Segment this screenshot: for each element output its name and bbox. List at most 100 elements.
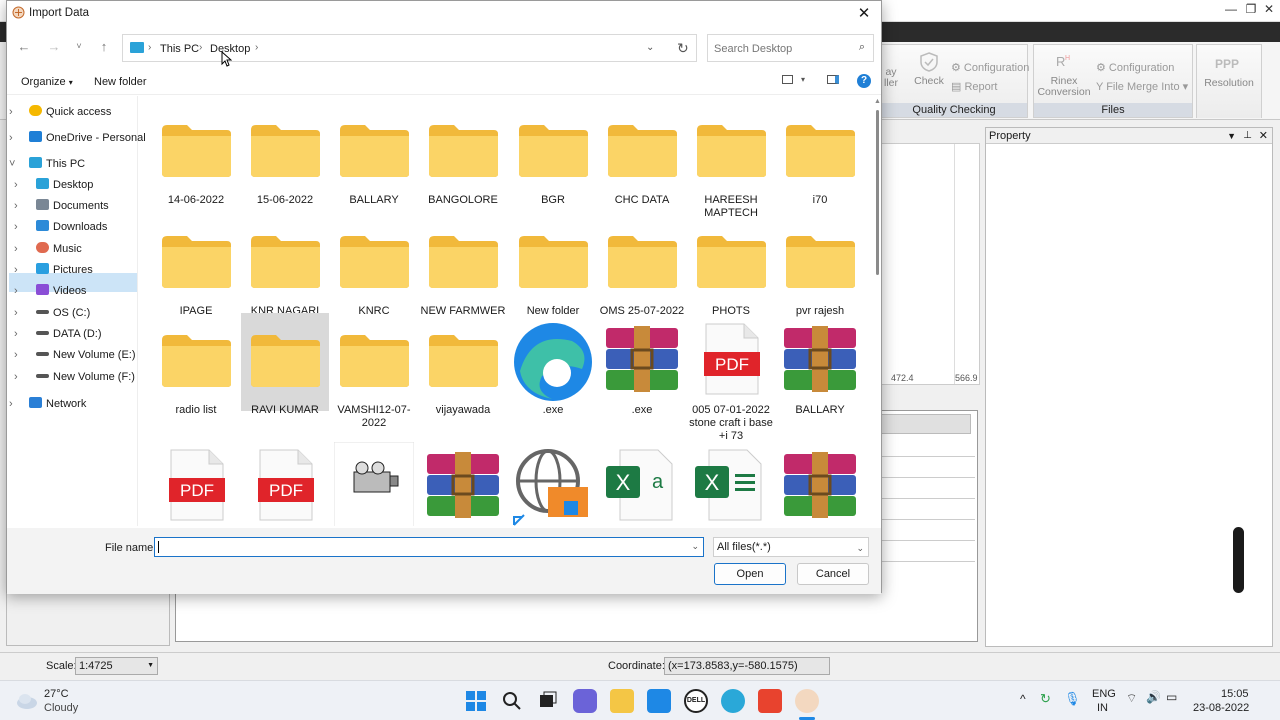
chevron-right-icon[interactable]: › <box>9 102 13 122</box>
file-name-input[interactable]: ⌄ <box>154 537 704 557</box>
office-icon[interactable] <box>758 689 782 713</box>
tree-item[interactable]: › Downloads <box>14 217 107 237</box>
tree-item[interactable]: › Quick access <box>9 102 111 122</box>
chevron-right-icon[interactable]: › <box>9 128 13 148</box>
chevron-down-icon[interactable]: ⌄ <box>646 42 654 53</box>
preview-pane-icon[interactable] <box>827 75 839 84</box>
tree-item[interactable]: › Network <box>9 394 86 414</box>
file-item[interactable]: CHC Geomatics <box>509 442 597 526</box>
tree-item[interactable]: › Music <box>14 239 82 259</box>
app-logo-icon[interactable] <box>795 689 819 713</box>
organize-menu[interactable]: Organize ▾ <box>21 76 73 88</box>
tree-item[interactable]: ˅ This PC <box>9 154 85 174</box>
speaker-icon[interactable]: 🔊 <box>1146 690 1161 704</box>
folder-item[interactable]: VAMSHI12-07-2022 <box>330 316 418 446</box>
close-icon[interactable]: ✕ <box>1259 128 1268 144</box>
up-arrow-icon[interactable]: ↑ <box>94 39 114 54</box>
file-item[interactable]: XaDIGITAL XL <box>598 442 686 526</box>
view-mode-icon[interactable] <box>782 75 793 84</box>
close-icon[interactable]: ✕ <box>853 4 875 24</box>
dell-icon[interactable]: DELL <box>684 689 708 713</box>
search-icon[interactable] <box>500 689 524 713</box>
new-folder-button[interactable]: New folder <box>94 76 147 88</box>
refresh-icon[interactable]: ↻ <box>677 40 689 57</box>
chevron-right-icon[interactable]: › <box>14 281 18 301</box>
tree-item[interactable]: › New Volume (F:) <box>14 367 135 387</box>
file-item[interactable]: CGO Training <box>330 442 418 526</box>
teams-chat-icon[interactable] <box>573 689 597 713</box>
folder-item[interactable]: radio list <box>152 316 240 446</box>
close-icon[interactable]: ✕ <box>1256 2 1280 16</box>
file-item[interactable]: PDFBaseline <box>241 442 329 526</box>
scroll-thumb[interactable] <box>876 110 879 275</box>
chevron-right-icon[interactable]: › <box>14 303 18 323</box>
chevron-right-icon[interactable]: › <box>14 217 18 237</box>
tree-item[interactable]: › Desktop <box>14 175 93 195</box>
pin-icon[interactable]: ⊥ <box>1243 128 1252 144</box>
configuration-button[interactable]: ⚙ Configuration <box>951 61 1029 74</box>
chevron-down-icon[interactable]: ⌄ <box>691 541 699 552</box>
file-item[interactable]: PDFBaseline <box>152 442 240 526</box>
chevron-up-icon[interactable]: ^ <box>1020 692 1026 706</box>
chevron-right-icon[interactable]: › <box>14 239 18 259</box>
chevron-right-icon[interactable]: › <box>14 324 18 344</box>
search-input[interactable]: Search Desktop ⌕ <box>707 34 874 62</box>
address-bar[interactable]: › This PC › Desktop › ⌄ ↻ <box>122 34 697 67</box>
rinex-conversion-button[interactable]: RH Rinex Conversion <box>1036 51 1092 98</box>
language-primary[interactable]: ENG <box>1092 688 1116 700</box>
windows-start-icon[interactable] <box>464 689 488 713</box>
tree-item[interactable]: › New Volume (E:) <box>14 345 136 365</box>
chevron-down-icon[interactable]: ˅ <box>9 154 15 174</box>
file-item[interactable]: BALLARY <box>776 316 864 446</box>
tree-item[interactable]: › OS (C:) <box>14 303 90 323</box>
chevron-down-icon[interactable]: ▾ <box>801 75 805 84</box>
chevron-right-icon[interactable]: › <box>14 260 18 280</box>
file-item[interactable]: .exe <box>598 316 686 446</box>
tree-item[interactable]: › Videos <box>14 281 86 301</box>
forward-arrow-icon[interactable]: → <box>44 39 64 54</box>
file-explorer-icon[interactable] <box>610 689 634 713</box>
mail-icon[interactable] <box>647 689 671 713</box>
chevron-right-icon[interactable]: › <box>14 345 18 365</box>
file-item[interactable]: XDIGITAL XL <box>687 442 775 526</box>
check-button[interactable]: Check <box>911 51 947 87</box>
report-button[interactable]: ▤ Report <box>951 80 997 93</box>
scroll-up-icon[interactable]: ▲ <box>874 98 881 105</box>
task-view-icon[interactable] <box>536 689 560 713</box>
chevron-right-icon[interactable]: › <box>14 367 18 387</box>
recent-locations-icon[interactable]: ˅ <box>69 41 89 51</box>
tree-item[interactable]: › OneDrive - Personal <box>9 128 146 148</box>
configuration-files-button[interactable]: ⚙ Configuration <box>1096 61 1174 74</box>
overlay-scroll-thumb[interactable] <box>1233 527 1244 593</box>
back-arrow-icon[interactable]: ← <box>14 39 34 54</box>
chevron-right-icon[interactable]: › <box>14 196 18 216</box>
scale-select[interactable]: 1:4725 ▼ <box>75 657 158 675</box>
chevron-right-icon[interactable]: › <box>14 175 18 195</box>
file-type-select[interactable]: All files(*.*) ⌄ <box>713 537 869 557</box>
file-item[interactable]: PDF 005 07-01-2022 stone craft i base +i … <box>687 316 775 446</box>
file-merge-button[interactable]: Y File Merge Into ▾ <box>1096 80 1188 93</box>
cancel-button[interactable]: Cancel <box>797 563 869 585</box>
resolution-button[interactable]: PPP Resolution <box>1199 53 1259 89</box>
battery-icon[interactable]: ▭ <box>1166 690 1177 704</box>
wifi-icon[interactable]: ⌔ <box>1126 691 1137 706</box>
edge-icon[interactable] <box>721 689 745 713</box>
tree-item[interactable]: › Pictures <box>14 260 93 280</box>
clock-time[interactable]: 15:05 <box>1221 688 1249 700</box>
dropdown-icon[interactable]: ▼ <box>1227 128 1236 144</box>
vertical-scrollbar[interactable]: ▲ <box>873 96 883 526</box>
open-button[interactable]: Open <box>714 563 786 585</box>
language-secondary[interactable]: IN <box>1097 702 1108 714</box>
chevron-right-icon[interactable]: › <box>9 394 13 414</box>
file-item[interactable]: Elite FI <box>776 442 864 526</box>
microphone-icon[interactable]: 🎙 <box>1064 691 1081 707</box>
file-item[interactable]: CGO Training <box>419 442 507 526</box>
tree-item[interactable]: › Documents <box>14 196 109 216</box>
file-item[interactable]: .exe <box>509 316 597 446</box>
sync-icon[interactable]: ↻ <box>1040 691 1051 707</box>
help-icon[interactable]: ? <box>857 74 871 88</box>
folder-item[interactable]: vijayawada <box>419 316 507 446</box>
tree-item[interactable]: › DATA (D:) <box>14 324 101 344</box>
clock-date[interactable]: 23-08-2022 <box>1193 702 1249 714</box>
folder-item[interactable]: RAVI KUMAR <box>241 313 329 416</box>
